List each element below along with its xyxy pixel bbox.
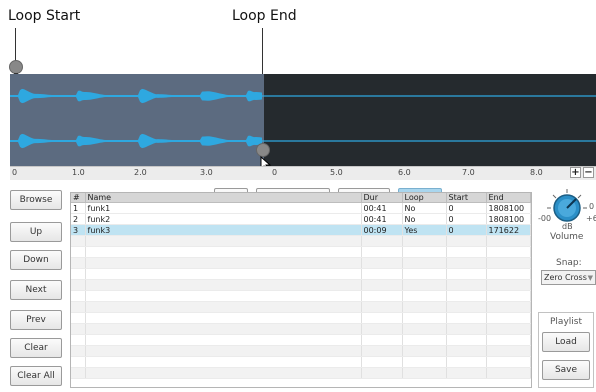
ruler-tick: 0 <box>12 168 18 177</box>
volume-unit-label: dB <box>562 222 573 231</box>
time-ruler: 0 1.0 2.0 3.0 0 5.0 6.0 7.0 8.0 <box>10 166 596 180</box>
empty-row <box>71 301 531 313</box>
waveform <box>10 88 596 149</box>
clear-all-button[interactable]: Clear All <box>10 366 62 386</box>
cell-dur: 00:09 <box>361 224 403 236</box>
ruler-tick: 0 <box>272 168 278 177</box>
volume-max-label: +6 <box>586 214 596 223</box>
empty-row <box>71 290 531 302</box>
loop-start-callout: Loop Start <box>8 8 81 24</box>
waveform-channel-right <box>10 133 262 149</box>
table-row-selected[interactable]: 3 funk3 00:09 Yes 0 171622 <box>71 224 531 236</box>
cell-number: 1 <box>71 202 86 214</box>
cell-name: funk3 <box>85 224 362 236</box>
waveform-channel-left <box>10 88 262 104</box>
playlist-table[interactable]: # Name Dur Loop Start End 1 funk1 00:41 … <box>70 192 532 388</box>
empty-row <box>71 268 531 280</box>
cell-end: 171622 <box>486 224 531 236</box>
loop-end-handle[interactable] <box>256 143 270 157</box>
chevron-down-icon: ▼ <box>587 274 593 282</box>
cell-dur: 00:41 <box>361 202 403 214</box>
snap-label: Snap: <box>556 258 582 268</box>
empty-row <box>71 235 531 247</box>
column-header-start[interactable]: Start <box>446 193 487 203</box>
playlist-title: Playlist <box>550 317 582 327</box>
ruler-tick: 2.0 <box>134 168 147 177</box>
empty-row <box>71 356 531 368</box>
column-header-name[interactable]: Name <box>85 193 362 203</box>
volume-control[interactable]: -00 +6 0 dB Volume <box>538 186 596 246</box>
table-row[interactable]: 1 funk1 00:41 No 0 1808100 <box>71 202 531 214</box>
empty-row <box>71 246 531 258</box>
column-header-dur[interactable]: Dur <box>361 193 403 203</box>
column-header-number[interactable]: # <box>71 193 86 203</box>
column-header-loop[interactable]: Loop <box>402 193 447 203</box>
cell-dur: 00:41 <box>361 213 403 225</box>
zoom-out-button[interactable]: − <box>583 167 594 178</box>
cell-name: funk2 <box>85 213 362 225</box>
volume-min-label: -00 <box>538 214 552 223</box>
next-button[interactable]: Next <box>10 280 62 300</box>
snap-value: Zero Cross <box>544 273 587 282</box>
browse-button[interactable]: Browse <box>10 190 62 210</box>
cell-loop: No <box>402 213 447 225</box>
ruler-tick: 3.0 <box>200 168 213 177</box>
cell-number: 3 <box>71 224 86 236</box>
loop-end-callout-line <box>262 28 263 74</box>
snap-dropdown[interactable]: Zero Cross ▼ <box>541 270 596 285</box>
empty-row <box>71 367 531 379</box>
loop-end-callout: Loop End <box>232 8 297 24</box>
cell-start: 0 <box>446 202 487 214</box>
cell-loop: No <box>402 202 447 214</box>
cell-start: 0 <box>446 224 487 236</box>
ruler-tick: 7.0 <box>462 168 475 177</box>
prev-button[interactable]: Prev <box>10 310 62 330</box>
cell-start: 0 <box>446 213 487 225</box>
ruler-tick: 8.0 <box>530 168 543 177</box>
cell-loop: Yes <box>402 224 447 236</box>
column-header-end[interactable]: End <box>486 193 531 203</box>
cell-name: funk1 <box>85 202 362 214</box>
table-header-row: # Name Dur Loop Start End <box>71 193 531 203</box>
playlist-load-button[interactable]: Load <box>542 332 590 352</box>
playlist-save-button[interactable]: Save <box>542 360 590 380</box>
volume-zero-label: 0 <box>589 202 595 211</box>
cell-end: 1808100 <box>486 202 531 214</box>
volume-title: Volume <box>550 232 584 242</box>
ruler-tick: 6.0 <box>398 168 411 177</box>
empty-row <box>71 334 531 346</box>
clear-button[interactable]: Clear <box>10 338 62 358</box>
zoom-in-button[interactable]: + <box>570 167 581 178</box>
ruler-tick: 5.0 <box>330 168 343 177</box>
ruler-tick: 1.0 <box>72 168 85 177</box>
loop-start-callout-line <box>15 28 16 64</box>
empty-row <box>71 257 531 269</box>
empty-row <box>71 345 531 357</box>
move-down-button[interactable]: Down <box>10 250 62 270</box>
empty-row <box>71 279 531 291</box>
move-up-button[interactable]: Up <box>10 222 62 242</box>
table-row[interactable]: 2 funk2 00:41 No 0 1808100 <box>71 213 531 225</box>
empty-row <box>71 323 531 335</box>
loop-start-handle[interactable] <box>9 60 23 74</box>
cell-number: 2 <box>71 213 86 225</box>
waveform-panel[interactable] <box>10 74 596 166</box>
cell-end: 1808100 <box>486 213 531 225</box>
empty-row <box>71 312 531 324</box>
